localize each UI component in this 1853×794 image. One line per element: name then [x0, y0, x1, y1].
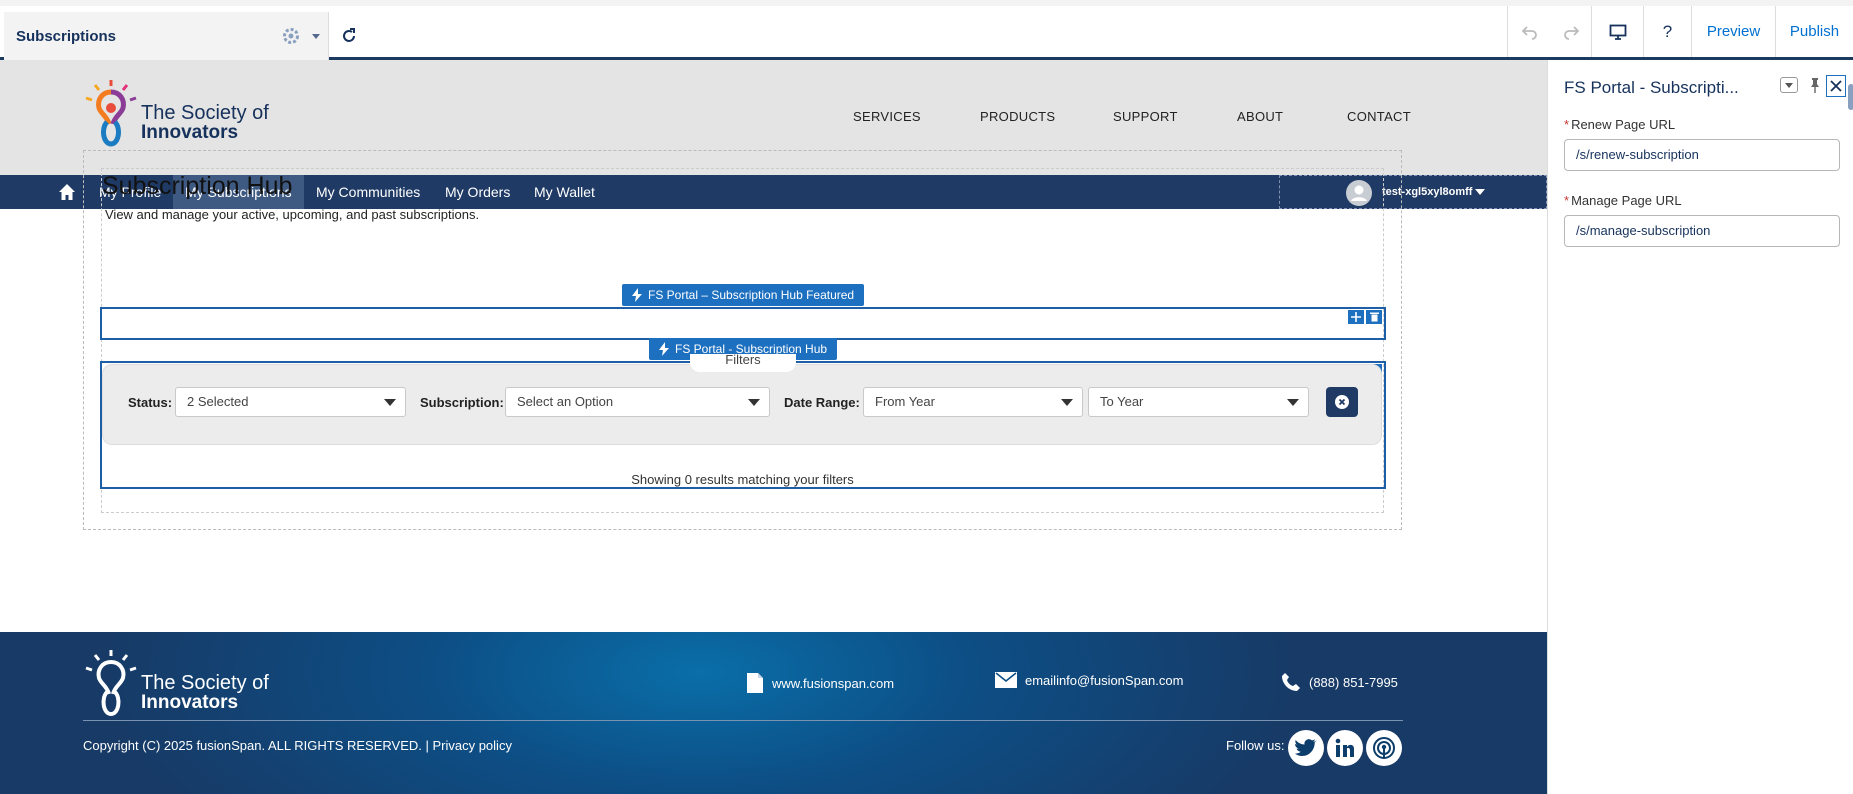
footer-logo-text: The Society of Innovators — [141, 672, 269, 713]
lightbulb-logo-icon — [85, 80, 137, 147]
status-value: 2 Selected — [187, 394, 249, 409]
renew-url-label: * Renew Page URL — [1564, 117, 1675, 132]
page-title: Subscription Hub — [102, 172, 293, 200]
redo-icon — [1564, 25, 1580, 40]
page-name: Subscriptions — [16, 28, 117, 45]
home-icon[interactable] — [58, 183, 76, 201]
refresh-icon[interactable] — [339, 26, 359, 46]
site-logo[interactable]: The Society of Innovators — [85, 80, 285, 152]
manage-url-field[interactable]: /s/manage-subscription — [1564, 215, 1840, 247]
clear-icon — [1335, 395, 1349, 409]
linkedin-icon — [1335, 738, 1354, 757]
lightning-icon — [659, 342, 669, 356]
preview-button[interactable]: Preview — [1691, 6, 1775, 57]
trash-icon — [1369, 312, 1379, 322]
chevron-down-icon[interactable] — [312, 34, 320, 39]
subscription-label: Subscription: — [420, 395, 504, 410]
featured-component-tag[interactable]: FS Portal – Subscription Hub Featured — [622, 284, 865, 306]
twitter-button[interactable] — [1288, 730, 1324, 766]
manage-url-label: * Manage Page URL — [1564, 193, 1682, 208]
lightbulb-logo-icon — [85, 650, 137, 717]
subscription-select[interactable]: Select an Option — [505, 387, 770, 417]
renew-url-label-text: Renew Page URL — [1571, 117, 1676, 132]
delete-button[interactable] — [1366, 310, 1382, 324]
results-count: Showing 0 results matching your filters — [631, 472, 854, 487]
property-panel: FS Portal - Subscripti... * Renew Page UR… — [1547, 60, 1853, 794]
panel-menu-button[interactable] — [1780, 77, 1798, 93]
featured-component-actions — [1348, 310, 1382, 324]
logo-line-1: The Society of — [141, 102, 269, 124]
close-button[interactable] — [1826, 75, 1846, 97]
envelope-icon — [995, 672, 1017, 688]
phone-icon — [1282, 673, 1300, 691]
close-icon — [1830, 80, 1842, 92]
document-icon — [747, 673, 763, 693]
site-footer: The Society of Innovators www.fusionspan… — [0, 632, 1547, 794]
to-year-value: To Year — [1100, 394, 1144, 409]
podcast-icon — [1373, 737, 1395, 759]
status-select[interactable]: 2 Selected — [175, 387, 406, 417]
footer-logo-line-2: Innovators — [141, 692, 239, 713]
undo-icon — [1521, 25, 1537, 40]
podcast-button[interactable] — [1366, 730, 1402, 766]
nav-contact[interactable]: CONTACT — [1347, 109, 1411, 124]
manage-url-label-text: Manage Page URL — [1571, 193, 1682, 208]
chevron-down-icon — [748, 399, 760, 406]
renew-url-field[interactable]: /s/renew-subscription — [1564, 139, 1840, 171]
footer-divider — [83, 720, 1403, 721]
nav-services[interactable]: SERVICES — [853, 109, 921, 124]
nav-about[interactable]: ABOUT — [1237, 109, 1283, 124]
footer-phone[interactable]: (888) 851-7995 — [1281, 672, 1398, 692]
nav-products[interactable]: PRODUCTS — [980, 109, 1055, 124]
footer-logo-line-1: The Society of — [141, 672, 269, 694]
date-range-label: Date Range: — [784, 395, 860, 410]
panel-scrollbar[interactable] — [1848, 84, 1853, 110]
lightning-icon — [632, 288, 642, 302]
builder-toolbar: Subscriptions ? Preview Publish — [0, 0, 1853, 62]
chevron-down-icon — [1287, 399, 1299, 406]
panel-title: FS Portal - Subscripti... — [1564, 78, 1739, 97]
desktop-icon — [1609, 24, 1626, 40]
required-marker: * — [1564, 193, 1570, 208]
footer-website[interactable]: www.fusionspan.com — [746, 672, 894, 694]
from-year-value: From Year — [875, 394, 935, 409]
copyright: Copyright (C) 2025 fusionSpan. ALL RIGHT… — [83, 738, 512, 753]
help-button[interactable]: ? — [1643, 6, 1691, 57]
move-icon — [1351, 312, 1361, 322]
redo-button[interactable] — [1551, 6, 1591, 57]
device-preview-button[interactable] — [1591, 6, 1643, 57]
subscription-value: Select an Option — [517, 394, 614, 409]
footer-email[interactable]: emailinfo@fusionSpan.com — [995, 672, 1183, 688]
chevron-down-icon — [1475, 189, 1485, 195]
logo-line-2: Innovators — [141, 122, 239, 143]
footer-email-text: emailinfo@fusionSpan.com — [1025, 672, 1184, 688]
follow-label: Follow us: — [1226, 738, 1285, 753]
page-selector[interactable]: Subscriptions — [4, 12, 329, 62]
clear-filters-button[interactable] — [1326, 387, 1358, 417]
gear-icon[interactable] — [281, 26, 301, 46]
page-subtitle: View and manage your active, upcoming, a… — [105, 207, 480, 222]
from-year-select[interactable]: From Year — [863, 387, 1083, 417]
footer-website-text: www.fusionspan.com — [772, 675, 895, 691]
featured-component-box[interactable] — [100, 307, 1386, 340]
twitter-icon — [1295, 739, 1317, 756]
linkedin-button[interactable] — [1327, 730, 1363, 766]
footer-phone-text: (888) 851-7995 — [1309, 674, 1398, 690]
to-year-select[interactable]: To Year — [1088, 387, 1309, 417]
footer-logo[interactable]: The Society of Innovators — [85, 650, 285, 722]
pin-icon[interactable] — [1809, 77, 1821, 93]
toolbar-actions: ? Preview Publish — [1507, 6, 1853, 57]
chevron-down-icon — [1061, 399, 1073, 406]
logo-text: The Society of Innovators — [141, 102, 269, 143]
chevron-down-icon — [384, 399, 396, 406]
nav-support[interactable]: SUPPORT — [1113, 109, 1178, 124]
publish-button[interactable]: Publish — [1775, 6, 1853, 57]
required-marker: * — [1564, 117, 1570, 132]
filters-toggle[interactable]: Filters — [690, 353, 796, 372]
featured-component-label: FS Portal – Subscription Hub Featured — [648, 288, 855, 302]
undo-button[interactable] — [1507, 6, 1551, 57]
move-button[interactable] — [1348, 310, 1364, 324]
status-label: Status: — [128, 395, 173, 410]
